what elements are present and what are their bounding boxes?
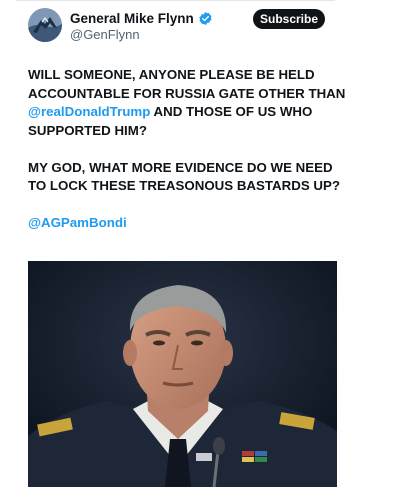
author-handle[interactable]: @GenFlynn	[70, 27, 140, 42]
author-name-row: General Mike Flynn	[70, 11, 213, 26]
tweet-text-segment: WILL SOMEONE, ANYONE PLEASE BE HELD ACCO…	[28, 67, 346, 101]
divider	[16, 0, 335, 1]
verified-badge-icon	[198, 11, 213, 26]
tweet-paragraph: @AGPamBondi	[28, 214, 348, 233]
subscribe-button[interactable]: Subscribe	[253, 9, 325, 29]
tweet-paragraph: MY GOD, WHAT MORE EVIDENCE DO WE NEED TO…	[28, 159, 341, 194]
mention-link[interactable]: @realDonaldTrump	[28, 104, 150, 119]
author-display-name[interactable]: General Mike Flynn	[70, 11, 194, 26]
tweet-text: WILL SOMEONE, ANYONE PLEASE BE HELD ACCO…	[28, 66, 348, 251]
mention-link[interactable]: @AGPamBondi	[28, 215, 127, 230]
tweet-image[interactable]	[28, 261, 337, 487]
tweet-paragraph: WILL SOMEONE, ANYONE PLEASE BE HELD ACCO…	[28, 66, 348, 140]
tweet-card: General Mike Flynn @GenFlynn Subscribe W…	[0, 0, 411, 500]
avatar[interactable]	[28, 8, 62, 42]
